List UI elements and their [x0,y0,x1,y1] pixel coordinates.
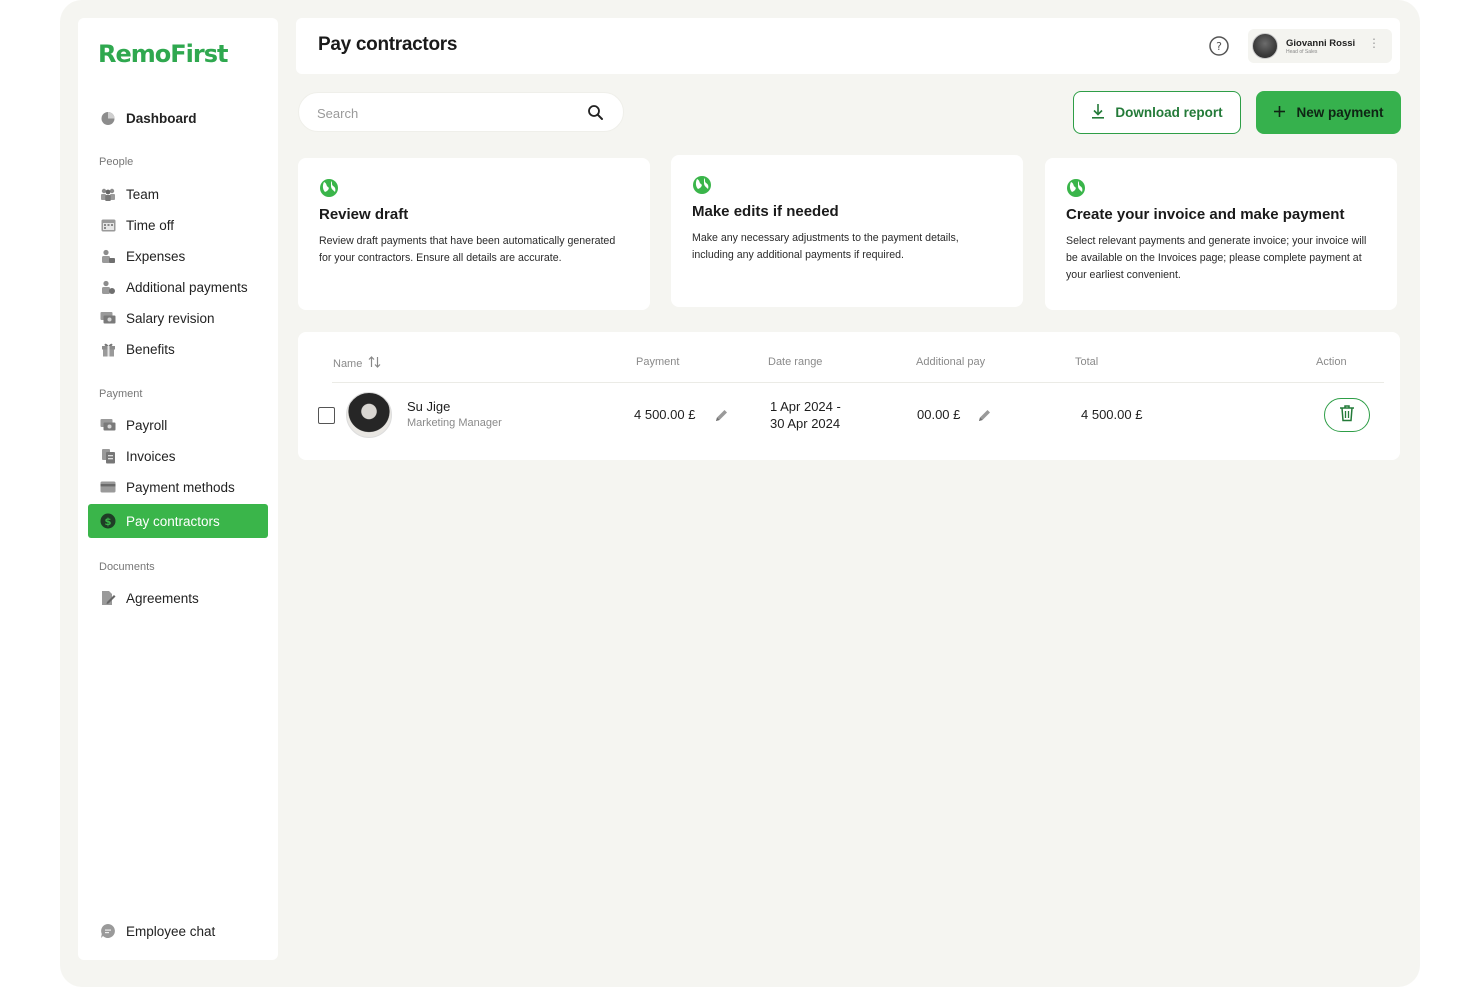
sidebar-item-salary-revision[interactable]: Salary revision [88,302,268,334]
sidebar-item-invoices[interactable]: Invoices [88,440,268,472]
row-checkbox[interactable] [318,407,335,424]
date-range-start: 1 Apr 2024 - [770,399,841,414]
avatar [1252,33,1278,59]
column-header-total: Total [1075,356,1099,368]
invoices-icon [100,448,116,464]
sidebar-item-label: Expenses [126,248,186,264]
sidebar-item-benefits[interactable]: Benefits [88,333,268,365]
column-header-name[interactable]: Name [333,356,381,371]
card-title: Make edits if needed [692,203,839,220]
credit-card-icon [100,479,116,495]
search-input[interactable] [317,103,577,123]
info-card-make-edits: Make edits if needed Make any necessary … [671,155,1023,307]
card-title: Create your invoice and make payment [1066,206,1345,223]
sidebar-item-label: Invoices [126,448,176,464]
sidebar-item-label: Pay contractors [126,513,220,529]
column-header-label: Name [333,357,363,370]
agreements-icon [100,590,116,606]
trash-icon [1339,404,1355,427]
sidebar-item-label: Salary revision [126,310,215,326]
sidebar-item-additional-payments[interactable]: Additional payments [88,271,268,303]
card-title: Review draft [319,206,409,223]
total-amount: 4 500.00 £ [1081,407,1143,422]
app-logo: RemoFirst [98,40,228,68]
date-range-end: 30 Apr 2024 [770,416,841,431]
sidebar-item-team[interactable]: Team [88,178,268,210]
help-icon[interactable]: ? [1208,35,1230,57]
top-header: Pay contractors ? Giovanni Rossi Head of… [296,18,1400,74]
nav-section-payment: Payment [99,388,143,400]
sidebar-item-label: Time off [126,217,175,233]
user-menu[interactable]: Giovanni Rossi Head of Sales ⋮ [1248,29,1392,63]
svg-text:?: ? [1216,40,1222,53]
payroll-icon [100,417,116,433]
card-text: Make any necessary adjustments to the pa… [692,232,959,261]
contractors-table: Name Payment Date range Additional pay T… [298,332,1400,460]
sidebar-item-label: Additional payments [126,279,248,295]
new-payment-button[interactable]: New payment [1256,91,1401,134]
sidebar-item-label: Employee chat [126,923,216,939]
globe-icon [692,175,712,195]
avatar [346,392,392,438]
page-title: Pay contractors [318,34,458,55]
sidebar-item-pay-contractors[interactable]: $ Pay contractors [88,504,268,538]
info-card-create-invoice: Create your invoice and make payment Sel… [1045,158,1397,310]
sidebar-item-label: Team [126,186,160,202]
sidebar: RemoFirst Dashboard People Team Time off… [78,18,278,960]
pie-chart-icon [100,110,116,126]
edit-payment-pencil-icon[interactable] [714,408,729,428]
new-payment-label: New payment [1296,105,1384,120]
column-header-additional-pay: Additional pay [916,356,986,368]
edit-additional-pay-pencil-icon[interactable] [977,408,992,428]
additional-pay-amount: 00.00 £ [917,407,961,422]
sidebar-item-label: Benefits [126,341,175,357]
search-bar [298,92,624,132]
column-header-payment: Payment [636,356,680,368]
sidebar-item-label: Dashboard [126,110,197,126]
chat-icon [100,923,116,939]
globe-icon [319,178,339,198]
dollar-coin-icon: $ [100,513,116,529]
sidebar-item-time-off[interactable]: Time off [88,209,268,241]
search-icon[interactable] [587,104,604,126]
user-name: Giovanni Rossi [1286,37,1356,49]
payment-amount: 4 500.00 £ [634,407,696,422]
plus-icon [1273,105,1286,121]
calendar-icon [100,217,116,233]
nav-section-people: People [99,156,134,168]
download-report-label: Download report [1115,105,1223,120]
sidebar-item-payroll[interactable]: Payroll [88,409,268,441]
kebab-menu-icon[interactable]: ⋮ [1368,37,1380,49]
additional-payments-icon [100,279,116,295]
delete-row-button[interactable] [1324,398,1370,432]
sidebar-item-expenses[interactable]: Expenses [88,240,268,272]
info-card-review-draft: Review draft Review draft payments that … [298,158,650,310]
contractor-name: Su Jige [407,399,451,414]
sort-icon[interactable] [368,356,381,371]
salary-revision-icon [100,310,116,326]
sidebar-item-label: Agreements [126,590,199,606]
svg-text:$: $ [105,517,112,528]
globe-icon [1066,178,1086,198]
expenses-icon [100,248,116,264]
sidebar-item-payment-methods[interactable]: Payment methods [88,471,268,503]
sidebar-item-dashboard[interactable]: Dashboard [88,102,268,134]
user-role: Head of Sales [1286,48,1318,55]
sidebar-item-employee-chat[interactable]: Employee chat [88,915,268,947]
download-icon [1091,103,1105,122]
nav-section-documents: Documents [99,561,155,573]
table-divider [332,382,1384,383]
card-text: Select relevant payments and generate in… [1066,235,1367,281]
gift-icon [100,341,116,357]
column-header-action: Action [1316,356,1347,368]
team-icon [100,186,116,202]
sidebar-item-label: Payment methods [126,479,235,495]
sidebar-item-agreements[interactable]: Agreements [88,582,268,614]
card-text: Review draft payments that have been aut… [319,235,616,264]
column-header-date-range: Date range [768,356,823,368]
download-report-button[interactable]: Download report [1073,91,1241,134]
sidebar-item-label: Payroll [126,417,168,433]
contractor-role: Marketing Manager [407,417,502,429]
